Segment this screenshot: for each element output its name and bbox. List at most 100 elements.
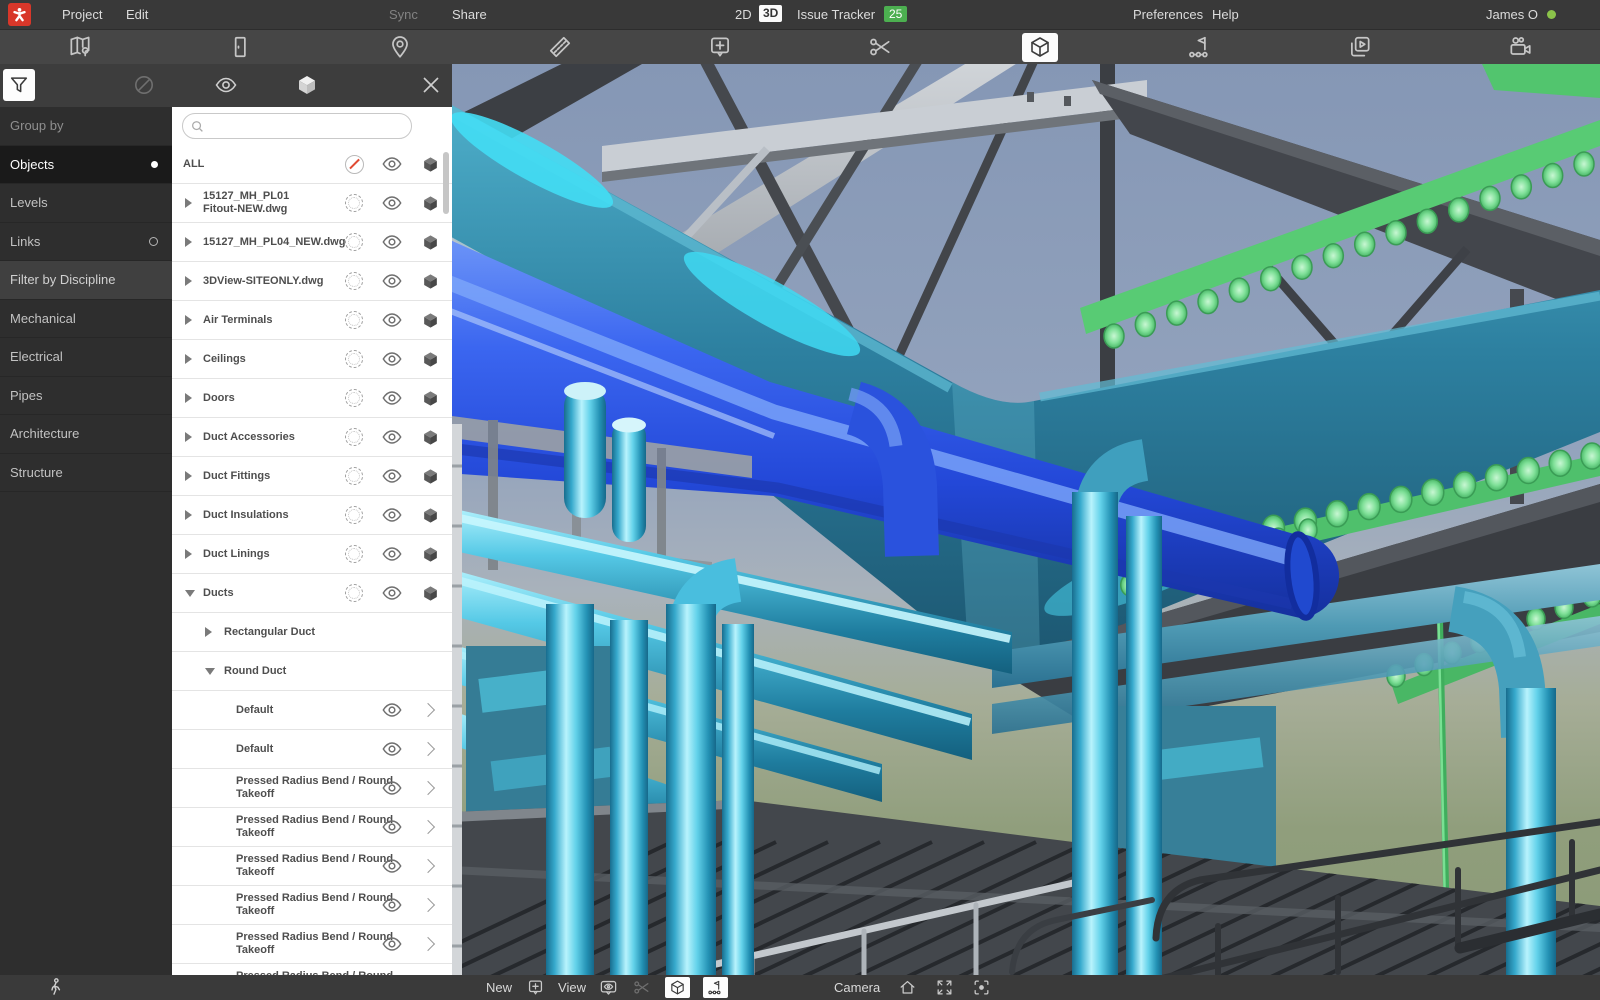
toolbar-section-cut-icon[interactable] bbox=[800, 30, 960, 64]
visibility-eye-icon[interactable] bbox=[378, 192, 406, 214]
expand-chevron-icon[interactable] bbox=[416, 822, 444, 832]
visibility-eye-icon[interactable] bbox=[378, 894, 406, 916]
tree-row[interactable]: Default bbox=[172, 730, 452, 769]
sidebar-item-mechanical[interactable]: Mechanical bbox=[0, 300, 172, 339]
isolate-cube-icon[interactable] bbox=[416, 467, 444, 486]
selection-circle-icon[interactable] bbox=[340, 545, 368, 563]
dashed-circle-icon[interactable] bbox=[345, 194, 363, 212]
expand-chevron-icon[interactable] bbox=[416, 783, 444, 793]
isolate-cube-icon[interactable] bbox=[416, 155, 444, 174]
visibility-eye-icon[interactable] bbox=[378, 582, 406, 604]
dashed-circle-icon[interactable] bbox=[345, 545, 363, 563]
objects-cube-icon[interactable] bbox=[665, 977, 690, 998]
dashed-circle-icon[interactable] bbox=[345, 311, 363, 329]
menu-sync[interactable]: Sync bbox=[389, 0, 418, 29]
visibility-eye-icon[interactable] bbox=[378, 231, 406, 253]
tree-row[interactable]: Duct Fittings bbox=[172, 457, 452, 496]
expand-arrow-icon[interactable] bbox=[185, 354, 192, 364]
tree-row[interactable]: 3DView-SITEONLY.dwg bbox=[172, 262, 452, 301]
isolate-cube-icon[interactable] bbox=[416, 428, 444, 447]
visibility-eye-icon[interactable] bbox=[378, 543, 406, 565]
home-icon[interactable] bbox=[897, 978, 917, 998]
new-label[interactable]: New bbox=[486, 980, 512, 995]
sidebar-item-electrical[interactable]: Electrical bbox=[0, 338, 172, 377]
isolate-cube-icon[interactable] bbox=[416, 350, 444, 369]
visibility-eye-icon[interactable] bbox=[378, 465, 406, 487]
tree-row[interactable]: Pressed Radius Bend / RoundTakeoff bbox=[172, 847, 452, 886]
chevron-right-icon[interactable] bbox=[421, 820, 435, 834]
tree-row[interactable]: Pressed Radius Bend / RoundTakeoff bbox=[172, 808, 452, 847]
isolate-cube-icon[interactable] bbox=[416, 233, 444, 252]
search-input[interactable] bbox=[182, 113, 412, 139]
tree-row[interactable]: Ducts bbox=[172, 574, 452, 613]
toolbar-media-frames-icon[interactable] bbox=[1280, 30, 1440, 64]
selection-circle-icon[interactable] bbox=[340, 506, 368, 524]
tree-row[interactable]: Round Duct bbox=[172, 652, 452, 691]
visibility-eye-icon[interactable] bbox=[378, 270, 406, 292]
visibility-eye-icon[interactable] bbox=[378, 387, 406, 409]
isolate-cube-icon[interactable] bbox=[416, 389, 444, 408]
isolate-cube-icon[interactable] bbox=[416, 584, 444, 603]
dashed-circle-icon[interactable] bbox=[345, 467, 363, 485]
selection-circle-icon[interactable] bbox=[340, 194, 368, 212]
expand-arrow-icon[interactable] bbox=[185, 549, 192, 559]
clear-selection-icon[interactable] bbox=[132, 73, 156, 97]
tree-row[interactable]: Doors bbox=[172, 379, 452, 418]
visibility-eye-icon[interactable] bbox=[378, 309, 406, 331]
track-icon[interactable] bbox=[703, 977, 728, 998]
chevron-right-icon[interactable] bbox=[421, 781, 435, 795]
chevron-right-icon[interactable] bbox=[421, 742, 435, 756]
expand-chevron-icon[interactable] bbox=[416, 705, 444, 715]
toolbar-location-pin-icon[interactable] bbox=[320, 30, 480, 64]
tree-row[interactable]: Duct Insulations bbox=[172, 496, 452, 535]
screenshot-icon[interactable] bbox=[971, 978, 991, 998]
visibility-eye-icon[interactable] bbox=[378, 816, 406, 838]
sidebar-item-structure[interactable]: Structure bbox=[0, 454, 172, 493]
dashed-circle-icon[interactable] bbox=[345, 233, 363, 251]
view-label[interactable]: View bbox=[558, 980, 586, 995]
chevron-right-icon[interactable] bbox=[421, 703, 435, 717]
filter-icon[interactable] bbox=[3, 69, 35, 101]
dashed-circle-icon[interactable] bbox=[345, 584, 363, 602]
selection-circle-icon[interactable] bbox=[340, 428, 368, 446]
expand-chevron-icon[interactable] bbox=[416, 939, 444, 949]
visibility-eye-icon[interactable] bbox=[378, 699, 406, 721]
walk-mode-icon[interactable] bbox=[46, 977, 66, 997]
visibility-eye-icon[interactable] bbox=[214, 73, 238, 97]
visibility-eye-icon[interactable] bbox=[378, 933, 406, 955]
dashed-circle-icon[interactable] bbox=[345, 389, 363, 407]
slash-circle-icon[interactable] bbox=[345, 155, 364, 174]
tree-row[interactable]: Pressed Radius Bend / RoundTakeoff bbox=[172, 886, 452, 925]
expand-arrow-icon[interactable] bbox=[185, 315, 192, 325]
visibility-eye-icon[interactable] bbox=[378, 426, 406, 448]
tree-row[interactable]: Default bbox=[172, 691, 452, 730]
chevron-right-icon[interactable] bbox=[421, 859, 435, 873]
menu-preferences[interactable]: Preferences bbox=[1133, 0, 1203, 29]
user-menu[interactable]: James O bbox=[1486, 0, 1556, 29]
expand-chevron-icon[interactable] bbox=[416, 900, 444, 910]
toolbar-objects-cube-icon[interactable] bbox=[960, 30, 1120, 64]
tree-row[interactable]: Pressed Radius Bend / RoundTakeoff bbox=[172, 964, 452, 975]
menu-project[interactable]: Project bbox=[62, 0, 102, 29]
toolbar-door-icon[interactable] bbox=[160, 30, 320, 64]
visibility-eye-icon[interactable] bbox=[378, 777, 406, 799]
expand-chevron-icon[interactable] bbox=[416, 744, 444, 754]
camera-label[interactable]: Camera bbox=[834, 980, 880, 995]
visibility-eye-icon[interactable] bbox=[378, 348, 406, 370]
dashed-circle-icon[interactable] bbox=[345, 428, 363, 446]
view-eye-bubble-icon[interactable] bbox=[599, 978, 619, 998]
tree-row[interactable]: Rectangular Duct bbox=[172, 613, 452, 652]
tree-row[interactable]: Air Terminals bbox=[172, 301, 452, 340]
visibility-eye-icon[interactable] bbox=[378, 153, 406, 175]
fullscreen-icon[interactable] bbox=[934, 978, 954, 998]
sidebar-item-levels[interactable]: Levels bbox=[0, 184, 172, 223]
tree-row[interactable]: ALL bbox=[172, 145, 452, 184]
sidebar-item-links[interactable]: Links bbox=[0, 223, 172, 262]
tree-row[interactable]: Pressed Radius Bend / RoundTakeoff bbox=[172, 925, 452, 964]
collapse-arrow-icon[interactable] bbox=[205, 668, 215, 675]
selection-circle-icon[interactable] bbox=[340, 467, 368, 485]
sidebar-item-pipes[interactable]: Pipes bbox=[0, 377, 172, 416]
section-cut-icon[interactable] bbox=[632, 978, 652, 998]
toolbar-track-flag-icon[interactable] bbox=[1120, 30, 1280, 64]
selection-circle-icon[interactable] bbox=[340, 350, 368, 368]
